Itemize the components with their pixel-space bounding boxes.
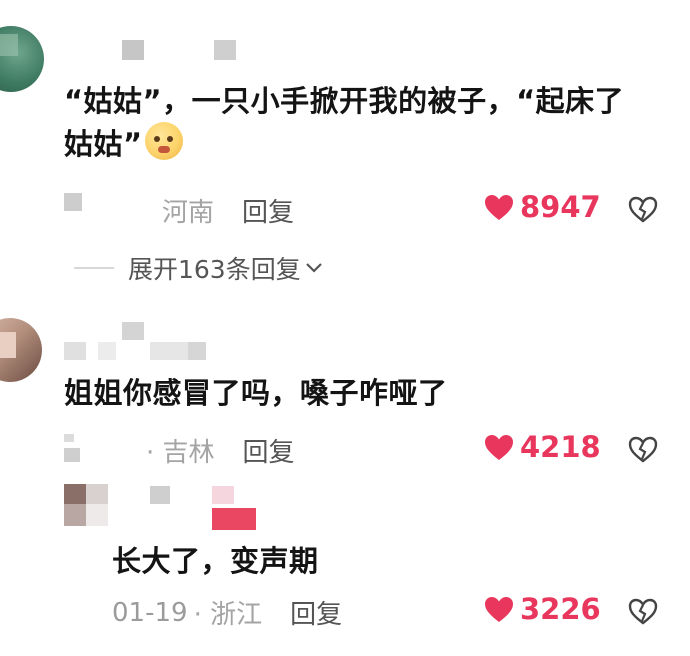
- like-button[interactable]: 3226: [484, 592, 601, 626]
- like-count: 3226: [520, 592, 601, 626]
- heart-icon: [485, 194, 513, 220]
- comment-location: · 吉林: [146, 438, 215, 468]
- like-count: 4218: [520, 430, 601, 464]
- username-blurred[interactable]: [64, 322, 206, 360]
- divider: [74, 267, 114, 269]
- heart-icon: [485, 434, 513, 460]
- expand-replies-label: 展开163条回复: [128, 255, 301, 284]
- comment-location: 河南: [162, 198, 215, 228]
- avatar[interactable]: [0, 26, 44, 92]
- reply-avatar-blurred[interactable]: [64, 484, 112, 528]
- date-blurred: [64, 434, 88, 462]
- username-blurred[interactable]: [122, 40, 236, 60]
- username-blurred[interactable]: [150, 486, 234, 504]
- dislike-icon[interactable]: [628, 436, 658, 463]
- comment-location: · 浙江: [193, 600, 263, 630]
- dislike-icon[interactable]: [628, 598, 658, 625]
- heart-icon: [485, 596, 513, 622]
- comment-date: 01-19: [112, 597, 188, 628]
- pleading-face-emoji: [144, 122, 183, 160]
- dislike-icon[interactable]: [628, 196, 658, 223]
- reply-button[interactable]: 回复: [290, 594, 342, 631]
- comment-text: “姑姑”，一只小手掀开我的被子，“起床了 姑姑”: [64, 84, 625, 161]
- reply-button[interactable]: 回复: [242, 192, 294, 229]
- chevron-down-icon: [305, 263, 322, 273]
- like-count: 8947: [520, 190, 601, 224]
- avatar[interactable]: [0, 318, 42, 382]
- comment-text: 长大了，变声期: [112, 544, 319, 578]
- expand-replies-button[interactable]: 展开163条回复: [74, 250, 323, 286]
- comment-text: 姐姐你感冒了吗，嗓子咋哑了: [64, 376, 448, 410]
- reply-button[interactable]: 回复: [243, 432, 295, 469]
- like-button[interactable]: 8947: [484, 190, 601, 224]
- date-blurred: [64, 193, 82, 211]
- author-badge-blurred: [212, 508, 256, 530]
- like-button[interactable]: 4218: [484, 430, 601, 464]
